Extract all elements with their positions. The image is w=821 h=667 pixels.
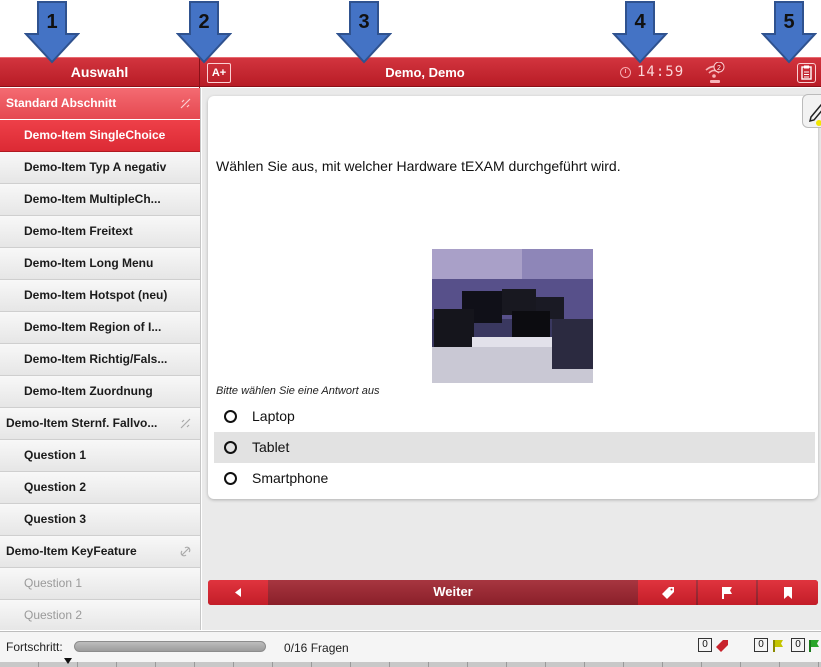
sidebar-item-richtig-falsch[interactable]: Demo-Item Richtig/Fals...	[0, 344, 200, 376]
sidebar-item-kf-question-2[interactable]: Question 2	[0, 600, 200, 630]
clipboard-button[interactable]	[797, 63, 816, 83]
flag-icon	[722, 587, 732, 599]
answer-option[interactable]: Laptop	[214, 401, 815, 432]
tag-icon	[662, 587, 674, 599]
marker-2-label: 2	[198, 11, 209, 33]
sidebar-item-freitext[interactable]: Demo-Item Freitext	[0, 216, 200, 248]
answer-label: Smartphone	[252, 470, 329, 486]
answer-prompt: Bitte wählen Sie eine Antwort aus	[216, 385, 380, 397]
bookmark-icon	[784, 587, 792, 599]
sidebar: Standard Abschnitt Demo-Item SingleChoic…	[0, 88, 201, 630]
sidebar-item-kf-question-1[interactable]: Question 1	[0, 568, 200, 600]
sidebar-item-question-3[interactable]: Question 3	[0, 504, 200, 536]
font-size-button[interactable]: A+	[207, 63, 231, 83]
progress-label: Fortschritt:	[6, 640, 63, 654]
progress-bar	[74, 641, 266, 652]
notes-pencil-button[interactable]	[802, 94, 821, 128]
navigation-bar: Weiter	[208, 580, 818, 605]
answer-label: Tablet	[252, 439, 290, 455]
tag-icon	[716, 640, 728, 652]
question-card: Wählen Sie aus, mit welcher Hardware tEX…	[208, 96, 818, 499]
next-button[interactable]: Weiter	[270, 580, 636, 605]
back-icon	[235, 588, 241, 597]
radio-button[interactable]	[224, 472, 237, 485]
marker-3-arrow: 3	[335, 0, 393, 64]
radio-button[interactable]	[224, 410, 237, 423]
marker-5-arrow: 5	[760, 0, 818, 64]
question-timeline[interactable]	[0, 662, 821, 667]
back-button[interactable]	[208, 580, 268, 605]
progress-count: 0/16 Fragen	[284, 641, 349, 655]
sidebar-item-singlechoice[interactable]: Demo-Item SingleChoice	[0, 120, 200, 152]
answer-option[interactable]: Smartphone	[214, 463, 815, 494]
marker-1-arrow: 1	[23, 0, 81, 64]
sidebar-item-hotspot[interactable]: Demo-Item Hotspot (neu)	[0, 280, 200, 312]
radio-button[interactable]	[224, 441, 237, 454]
link-icon	[180, 98, 191, 109]
sidebar-item-region[interactable]: Demo-Item Region of I...	[0, 312, 200, 344]
sidebar-item-long-menu[interactable]: Demo-Item Long Menu	[0, 248, 200, 280]
question-text: Wählen Sie aus, mit welcher Hardware tEX…	[216, 158, 621, 174]
sidebar-item-typ-a-negativ[interactable]: Demo-Item Typ A negativ	[0, 152, 200, 184]
marker-2-arrow: 2	[175, 0, 233, 64]
flag-count: 0	[754, 638, 768, 652]
sidebar-item-zuordnung[interactable]: Demo-Item Zuordnung	[0, 376, 200, 408]
bookmark-button[interactable]	[758, 580, 818, 605]
section-label: Standard Abschnitt	[6, 96, 117, 110]
link-icon	[180, 546, 191, 557]
timeline-pointer	[64, 658, 72, 664]
marker-3-label: 3	[358, 11, 369, 33]
marker-4-arrow: 4	[611, 0, 669, 64]
group-label: Demo-Item KeyFeature	[6, 544, 137, 558]
sidebar-item-question-2[interactable]: Question 2	[0, 472, 200, 504]
flag-icon	[773, 640, 783, 652]
tag-button[interactable]	[638, 580, 696, 605]
flag-button[interactable]	[698, 580, 756, 605]
bookmark-count: 0	[791, 638, 805, 652]
footer: Fortschritt: 0/16 Fragen 0 0 0	[0, 631, 821, 667]
clock-icon	[620, 67, 631, 78]
marker-4-label: 4	[634, 11, 646, 33]
network-badge: 2	[717, 65, 721, 72]
sidebar-item-question-1[interactable]: Question 1	[0, 440, 200, 472]
sidebar-group-sternf[interactable]: Demo-Item Sternf. Fallvo...	[0, 408, 200, 440]
top-bar: Auswahl A+ Demo, Demo 14:59 2	[0, 57, 821, 88]
sidebar-group-keyfeature[interactable]: Demo-Item KeyFeature	[0, 536, 200, 568]
question-image[interactable]	[432, 249, 593, 383]
marker-1-label: 1	[46, 11, 57, 33]
group-label: Demo-Item Sternf. Fallvo...	[6, 416, 158, 430]
section-header-standard[interactable]: Standard Abschnitt	[0, 88, 200, 120]
flag-green-icon	[809, 640, 819, 652]
answer-label: Laptop	[252, 408, 295, 424]
main-panel: Wählen Sie aus, mit welcher Hardware tEX…	[202, 88, 821, 630]
answer-option[interactable]: Tablet	[214, 432, 815, 463]
link-icon	[180, 418, 191, 429]
sidebar-item-multiplechoice[interactable]: Demo-Item MultipleCh...	[0, 184, 200, 216]
wifi-icon[interactable]: 2	[705, 61, 725, 84]
tag-count: 0	[698, 638, 712, 652]
marker-5-label: 5	[783, 11, 794, 33]
